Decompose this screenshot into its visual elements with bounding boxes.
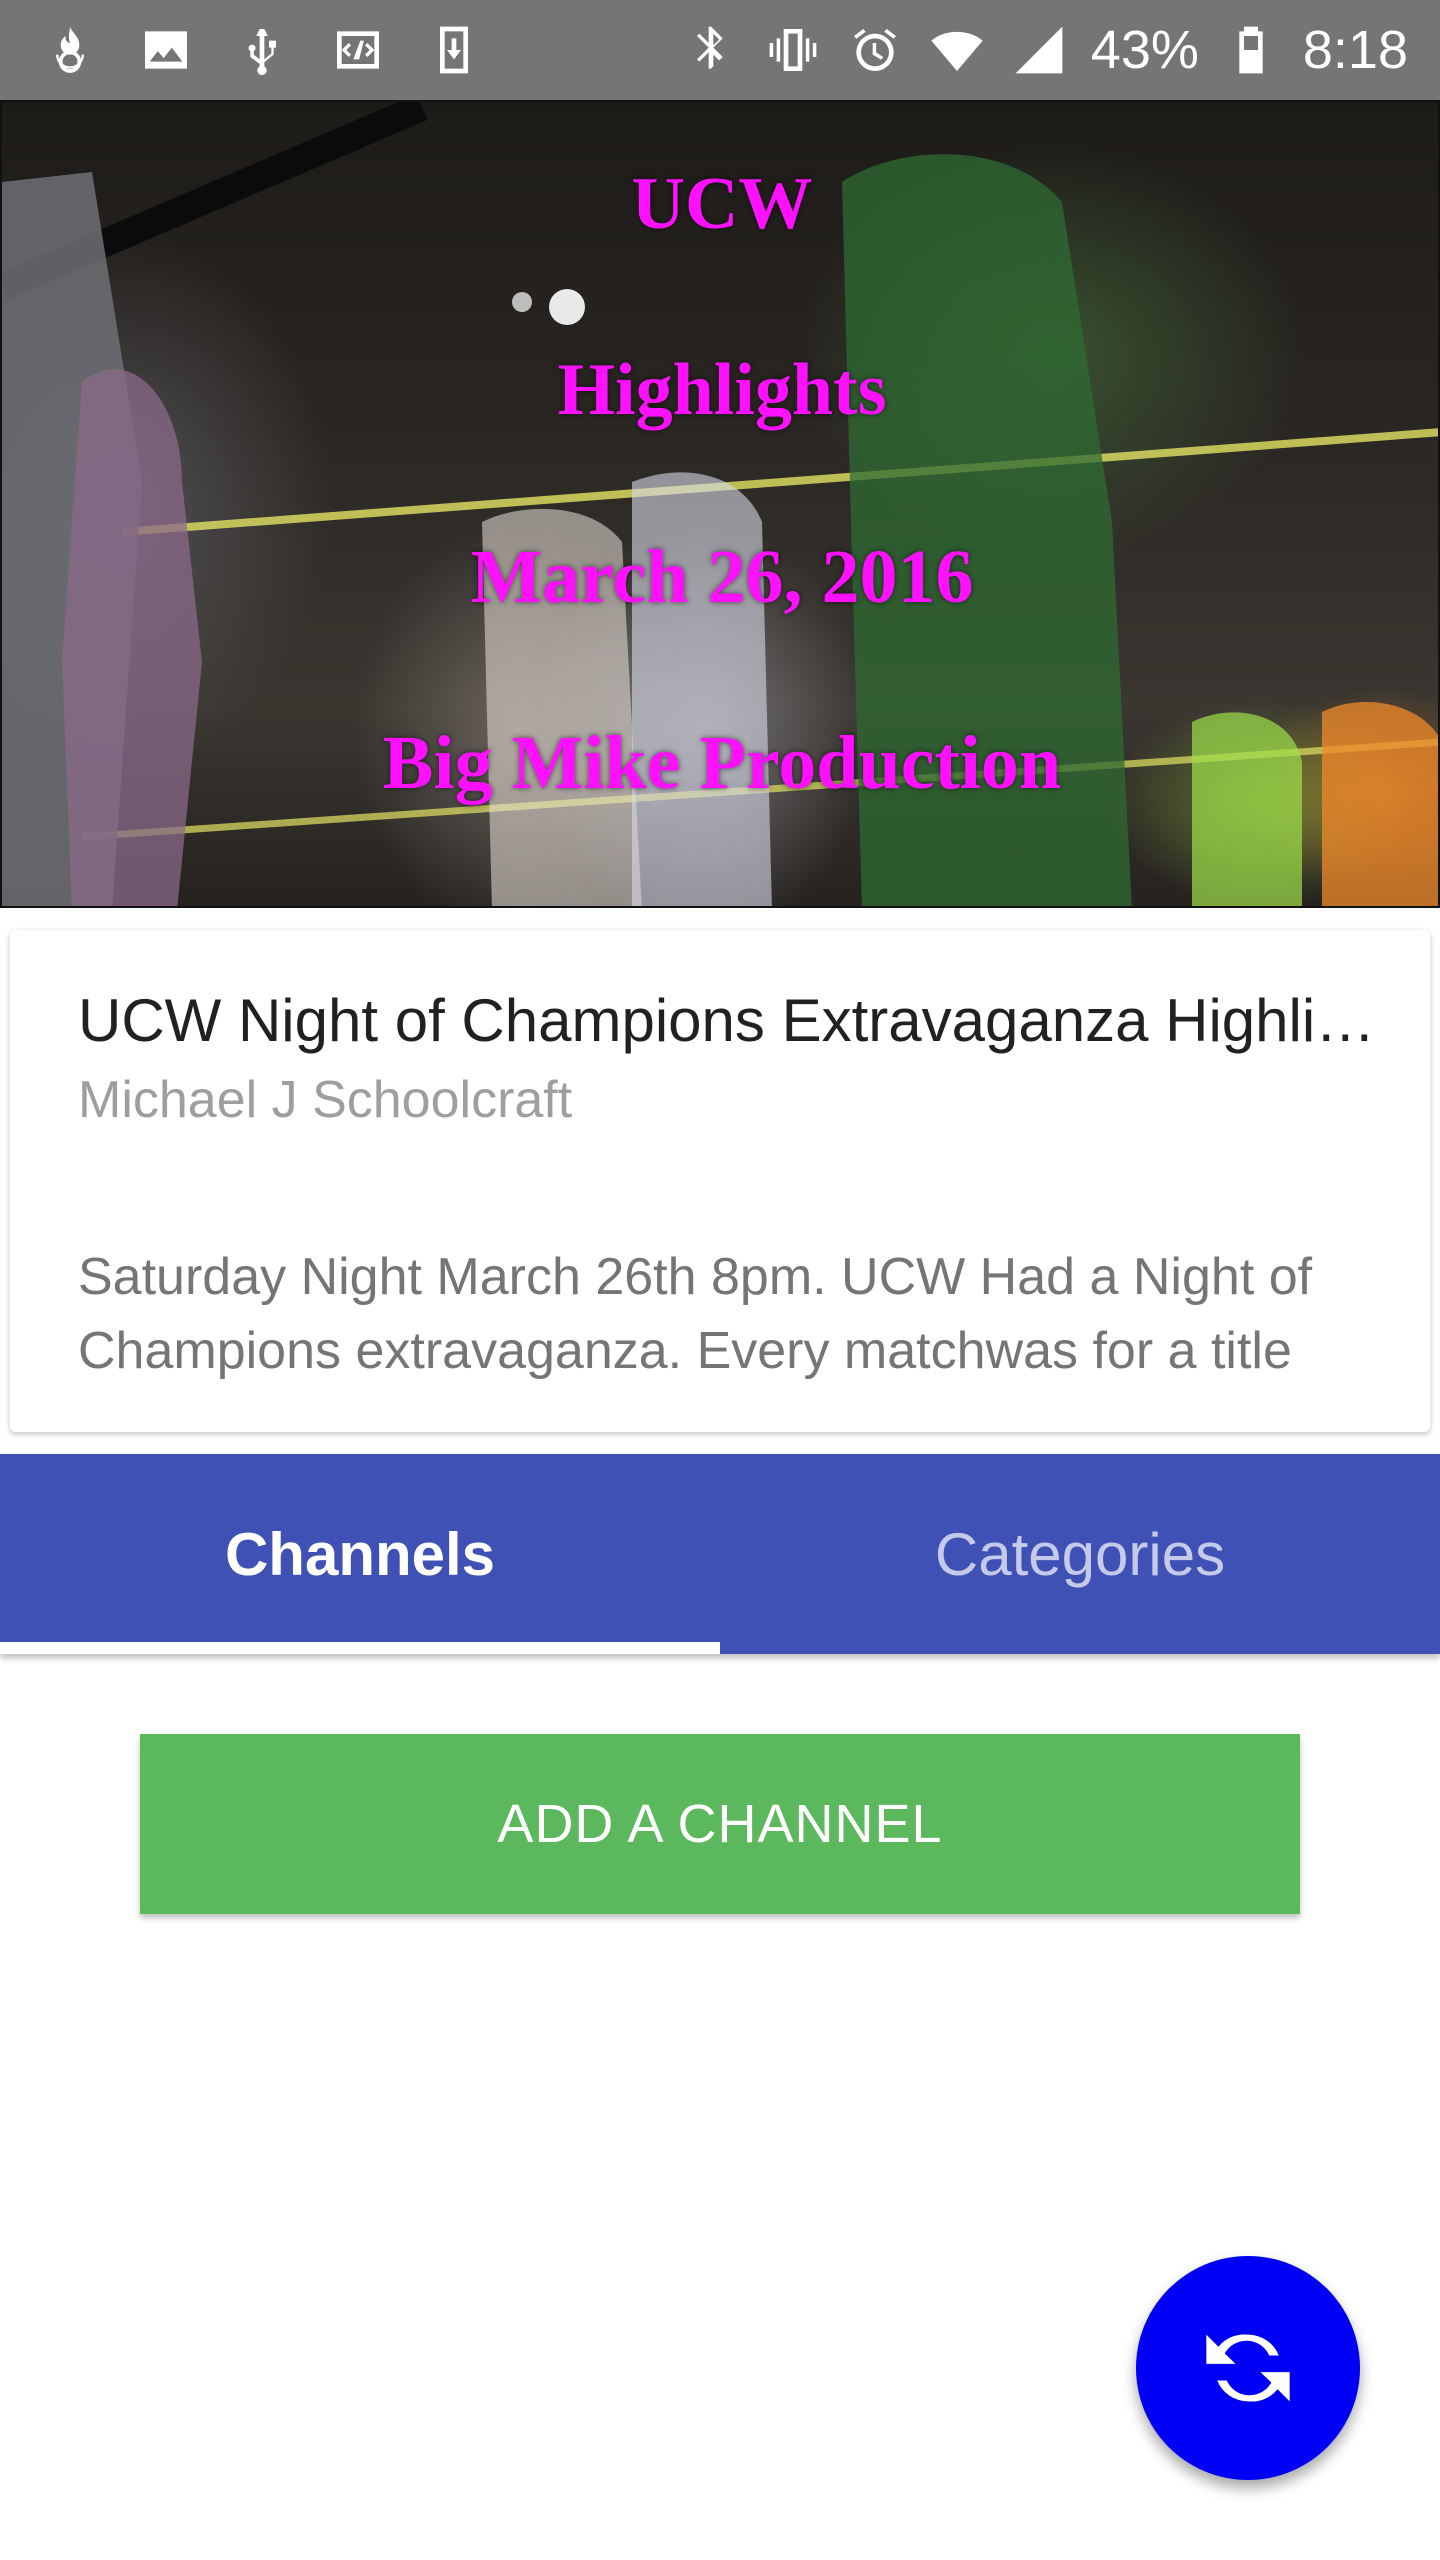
signal-icon: [1009, 20, 1069, 80]
status-bar-right: 43% 8:18: [681, 14, 1408, 86]
status-bar-left: [40, 18, 484, 82]
refresh-fab-button[interactable]: [1136, 2256, 1360, 2480]
vibrate-icon: [763, 20, 823, 80]
tab-indicator: [0, 1642, 720, 1654]
video-info-card[interactable]: UCW Night of Champions Extravaganza High…: [10, 930, 1430, 1432]
overlay-line-1: UCW: [631, 163, 813, 245]
clock: 8:18: [1302, 20, 1408, 80]
tab-categories[interactable]: Categories: [720, 1454, 1440, 1654]
tab-channels[interactable]: Channels: [0, 1454, 720, 1654]
overlay-line-4: Big Mike Production: [382, 721, 1062, 805]
download-icon: [424, 20, 484, 80]
refresh-icon: [1206, 2334, 1290, 2402]
fire-notification-icon: [40, 20, 100, 80]
video-description: Saturday Night March 26th 8pm. UCW Had a…: [78, 1248, 1313, 1380]
add-channel-button[interactable]: ADD A CHANNEL: [140, 1734, 1300, 1914]
video-author: Michael J Schoolcraft: [78, 1071, 573, 1129]
status-bar: 43% 8:18: [0, 0, 1440, 100]
battery-percent: 43%: [1090, 20, 1199, 80]
video-thumbnail[interactable]: UCW Highlights March 26, 2016 Big Mike P…: [0, 100, 1440, 908]
tab-bar: Channels Categories: [0, 1454, 1440, 1654]
alarm-icon: [845, 20, 905, 80]
usb-icon: [232, 20, 292, 80]
code-icon: [328, 20, 388, 80]
overlay-line-2: Highlights: [557, 349, 887, 431]
bluetooth-icon: [681, 20, 741, 80]
image-icon: [136, 20, 196, 80]
wifi-icon: [927, 20, 987, 80]
battery-icon: [1221, 20, 1281, 80]
video-title: UCW Night of Champions Extravaganza High…: [78, 987, 1378, 1054]
overlay-line-3: March 26, 2016: [470, 535, 974, 619]
